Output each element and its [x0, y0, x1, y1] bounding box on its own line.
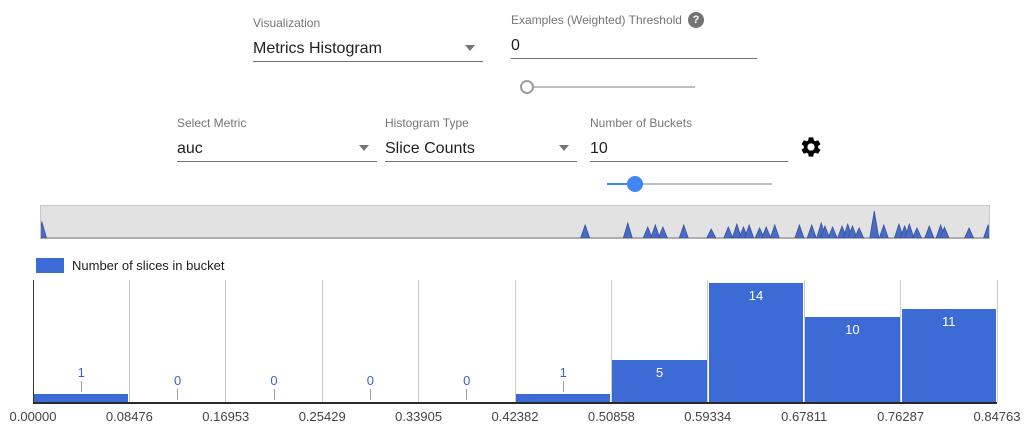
threshold-field: Examples (Weighted) Threshold ? [511, 13, 757, 59]
annotation-stem [81, 381, 82, 392]
bar-value-label: 5 [611, 365, 707, 380]
metric-dropdown[interactable]: auc [177, 136, 377, 162]
chevron-down-icon [559, 145, 569, 151]
bar-value-label: 0 [447, 373, 487, 388]
threshold-input-wrap [511, 33, 757, 59]
bar-value-label: 14 [708, 288, 804, 303]
threshold-label: Examples (Weighted) Threshold [511, 13, 682, 27]
x-axis-tick-label: 0.16953 [191, 409, 261, 424]
gridline [225, 280, 226, 402]
settings-gear-icon[interactable] [799, 135, 823, 159]
bar-value-label: 1 [543, 365, 583, 380]
slice-overview-spikes [41, 206, 989, 238]
gridline [322, 280, 323, 402]
visualization-field: Visualization Metrics Histogram [253, 16, 483, 62]
legend-color-swatch [36, 258, 64, 273]
buckets-slider-handle[interactable] [627, 176, 643, 192]
buckets-input-wrap [590, 136, 788, 162]
metric-field: Select Metric auc [177, 116, 377, 162]
buckets-field: Number of Buckets [590, 116, 788, 162]
bar-value-label: 0 [254, 373, 294, 388]
visualization-dropdown[interactable]: Metrics Histogram [253, 36, 483, 62]
visualization-value: Metrics Histogram [253, 38, 382, 60]
x-axis-tick-label: 0.08476 [94, 409, 164, 424]
x-axis-tick-label: 0.50858 [576, 409, 646, 424]
annotation-stem [466, 389, 467, 400]
threshold-input[interactable] [511, 35, 757, 57]
metric-label: Select Metric [177, 116, 377, 130]
metric-value: auc [177, 138, 203, 160]
y-axis-line [33, 280, 34, 402]
histogram-type-field: Histogram Type Slice Counts [385, 116, 577, 162]
threshold-slider[interactable] [527, 79, 695, 95]
annotation-stem [370, 389, 371, 400]
gridline [129, 280, 130, 402]
histogram-bar[interactable] [516, 394, 610, 403]
slice-overview-strip [40, 205, 990, 239]
x-axis-line [33, 402, 997, 404]
x-axis-tick-label: 0.42382 [480, 409, 550, 424]
histogram-type-label: Histogram Type [385, 116, 577, 130]
x-axis-tick-label: 0.00000 [0, 409, 68, 424]
threshold-slider-track[interactable] [527, 86, 695, 88]
annotation-stem [563, 381, 564, 392]
x-axis-tick-label: 0.67811 [769, 409, 839, 424]
histogram-type-dropdown[interactable]: Slice Counts [385, 136, 577, 162]
x-axis-tick-label: 0.25429 [287, 409, 357, 424]
histogram-bar[interactable] [34, 394, 128, 403]
annotation-stem [177, 389, 178, 400]
chevron-down-icon [359, 145, 369, 151]
buckets-label: Number of Buckets [590, 116, 788, 130]
gridline [515, 280, 516, 402]
help-icon[interactable]: ? [688, 12, 704, 28]
x-axis-tick-label: 0.33905 [384, 409, 454, 424]
x-axis-tick-label: 0.84763 [962, 409, 1024, 424]
bar-value-label: 10 [804, 322, 900, 337]
gridline [418, 280, 419, 402]
visualization-label: Visualization [253, 16, 483, 30]
metrics-histogram-chart: 10000151410110.000000.084760.169530.2542… [0, 275, 1024, 432]
x-axis-tick-label: 0.59334 [673, 409, 743, 424]
buckets-input[interactable] [590, 138, 788, 160]
bar-value-label: 11 [901, 314, 997, 329]
chart-legend: Number of slices in bucket [36, 258, 224, 273]
threshold-label-row: Examples (Weighted) Threshold ? [511, 13, 757, 27]
bar-value-label: 0 [350, 373, 390, 388]
histogram-type-value: Slice Counts [385, 138, 475, 160]
gridline [997, 280, 998, 402]
annotation-stem [274, 389, 275, 400]
threshold-slider-handle[interactable] [520, 80, 534, 94]
bar-value-label: 1 [61, 365, 101, 380]
bar-value-label: 0 [158, 373, 198, 388]
chevron-down-icon [465, 45, 475, 51]
buckets-slider[interactable] [607, 176, 772, 192]
metrics-histogram-app: Visualization Metrics Histogram Examples… [0, 0, 1024, 432]
legend-label: Number of slices in bucket [72, 258, 224, 273]
x-axis-tick-label: 0.76287 [866, 409, 936, 424]
